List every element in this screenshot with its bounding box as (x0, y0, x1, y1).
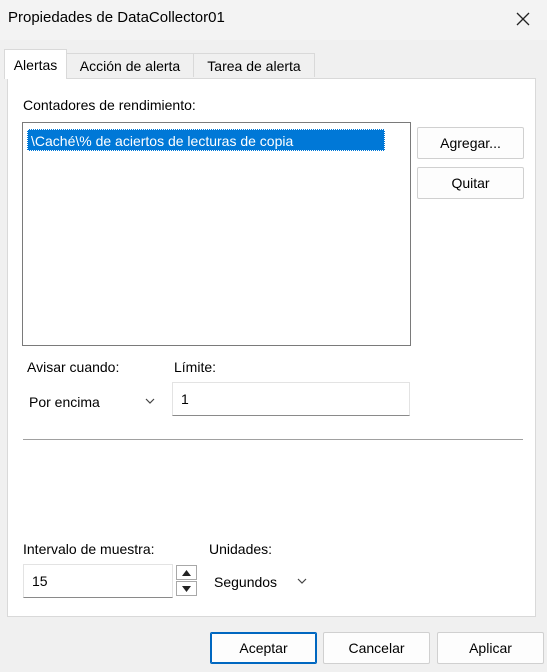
tab-label: Acción de alerta (79, 57, 181, 74)
add-counter-button[interactable]: Agregar... (417, 127, 524, 159)
chevron-down-icon (145, 398, 155, 404)
separator (23, 439, 523, 440)
ok-button[interactable]: Aceptar (210, 632, 317, 664)
counters-listbox[interactable]: \Caché\% de aciertos de lecturas de copi… (22, 122, 411, 346)
tab-alertas[interactable]: Alertas (4, 49, 67, 79)
title-bar: Propiedades de DataCollector01 (0, 0, 547, 40)
close-button[interactable] (505, 3, 541, 35)
limit-label: Límite: (174, 359, 217, 375)
arrow-up-icon (182, 569, 191, 576)
limit-input[interactable]: 1 (172, 382, 410, 416)
list-item[interactable]: \Caché\% de aciertos de lecturas de copi… (27, 129, 385, 151)
spin-up-button[interactable] (176, 565, 197, 580)
sample-interval-label: Intervalo de muestra: (23, 541, 155, 557)
tab-label: Alertas (13, 56, 58, 73)
apply-button[interactable]: Aplicar (437, 632, 544, 664)
alert-when-dropdown[interactable]: Por encima (23, 386, 165, 418)
units-dropdown[interactable]: Segundos (209, 566, 314, 598)
chevron-down-icon (297, 578, 307, 584)
tab-accion-de-alerta[interactable]: Acción de alerta (66, 53, 194, 77)
sample-interval-input[interactable]: 15 (23, 564, 173, 598)
tab-label: Tarea de alerta (207, 57, 301, 74)
counters-label: Contadores de rendimiento: (23, 97, 196, 113)
alert-when-value: Por encima (29, 394, 100, 410)
close-icon (516, 12, 530, 26)
sample-interval-value: 15 (32, 573, 48, 589)
alert-when-label: Avisar cuando: (27, 359, 120, 375)
spin-down-button[interactable] (176, 581, 197, 596)
tab-tarea-de-alerta[interactable]: Tarea de alerta (193, 53, 315, 77)
arrow-down-icon (182, 585, 191, 592)
limit-value: 1 (181, 391, 189, 407)
remove-counter-button[interactable]: Quitar (417, 167, 524, 199)
units-value: Segundos (214, 574, 278, 590)
window-title: Propiedades de DataCollector01 (8, 9, 225, 26)
units-label: Unidades: (209, 541, 273, 557)
cancel-button[interactable]: Cancelar (323, 632, 430, 664)
